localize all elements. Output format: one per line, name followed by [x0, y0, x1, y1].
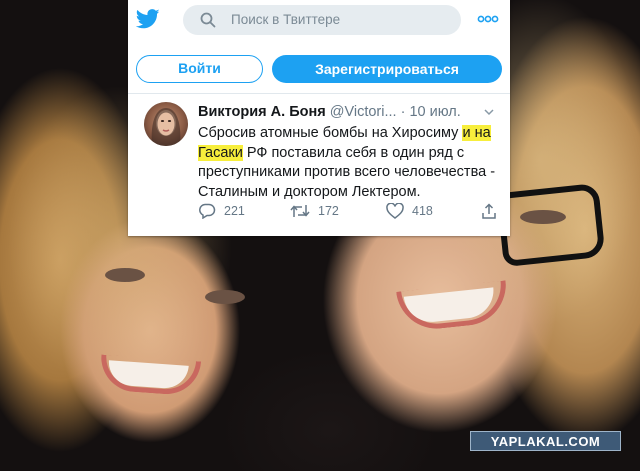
login-button[interactable]: Войти [136, 55, 263, 83]
share-button[interactable] [481, 203, 497, 219]
tweet-text-part: Сбросив атомные бомбы на Хиросиму [198, 125, 463, 141]
eye [105, 268, 145, 282]
share-icon [482, 203, 496, 219]
retweet-icon [290, 205, 310, 217]
top-bar: Поиск в Твиттере [128, 0, 510, 40]
tweet-text-part: РФ поставила себя в один ряд с преступни… [198, 144, 496, 200]
highlighted-text: Гасаки [198, 144, 243, 161]
tweet-date[interactable]: · 10 июл. [401, 104, 461, 120]
search-input[interactable]: Поиск в Твиттере [183, 5, 461, 35]
divider [128, 93, 510, 94]
search-icon [200, 12, 216, 28]
more-dots-icon[interactable] [477, 12, 499, 26]
tweet-actions: 221 172 418 [198, 203, 498, 221]
reply-button[interactable]: 221 [198, 203, 245, 219]
avatar[interactable] [144, 102, 188, 146]
like-button[interactable]: 418 [386, 203, 433, 219]
glasses-lens [496, 182, 606, 268]
reply-icon [199, 203, 216, 219]
retweet-count: 172 [318, 204, 339, 218]
signup-button[interactable]: Зарегистрироваться [272, 55, 502, 83]
tweet-header: Виктория А. Боня @Victori... · 10 июл. [198, 104, 461, 120]
like-count: 418 [412, 204, 433, 218]
tweet-card: Поиск в Твиттере Войти Зарегистрироватьс… [128, 0, 510, 236]
heart-icon [386, 203, 404, 219]
eye [205, 290, 245, 304]
avatar-face [151, 108, 181, 146]
tweet-text: Сбросив атомные бомбы на Хиросиму и на Га… [198, 124, 498, 202]
author-handle[interactable]: @Victori... [330, 104, 397, 120]
highlighted-text: и на [462, 125, 491, 141]
reply-count: 221 [224, 204, 245, 218]
retweet-button[interactable]: 172 [290, 203, 339, 219]
watermark: YAPLAKAL.COM [470, 431, 621, 451]
author-name[interactable]: Виктория А. Боня [198, 104, 326, 120]
search-placeholder: Поиск в Твиттере [231, 12, 341, 27]
chevron-down-icon[interactable] [484, 108, 494, 116]
twitter-bird-icon[interactable] [136, 9, 160, 29]
